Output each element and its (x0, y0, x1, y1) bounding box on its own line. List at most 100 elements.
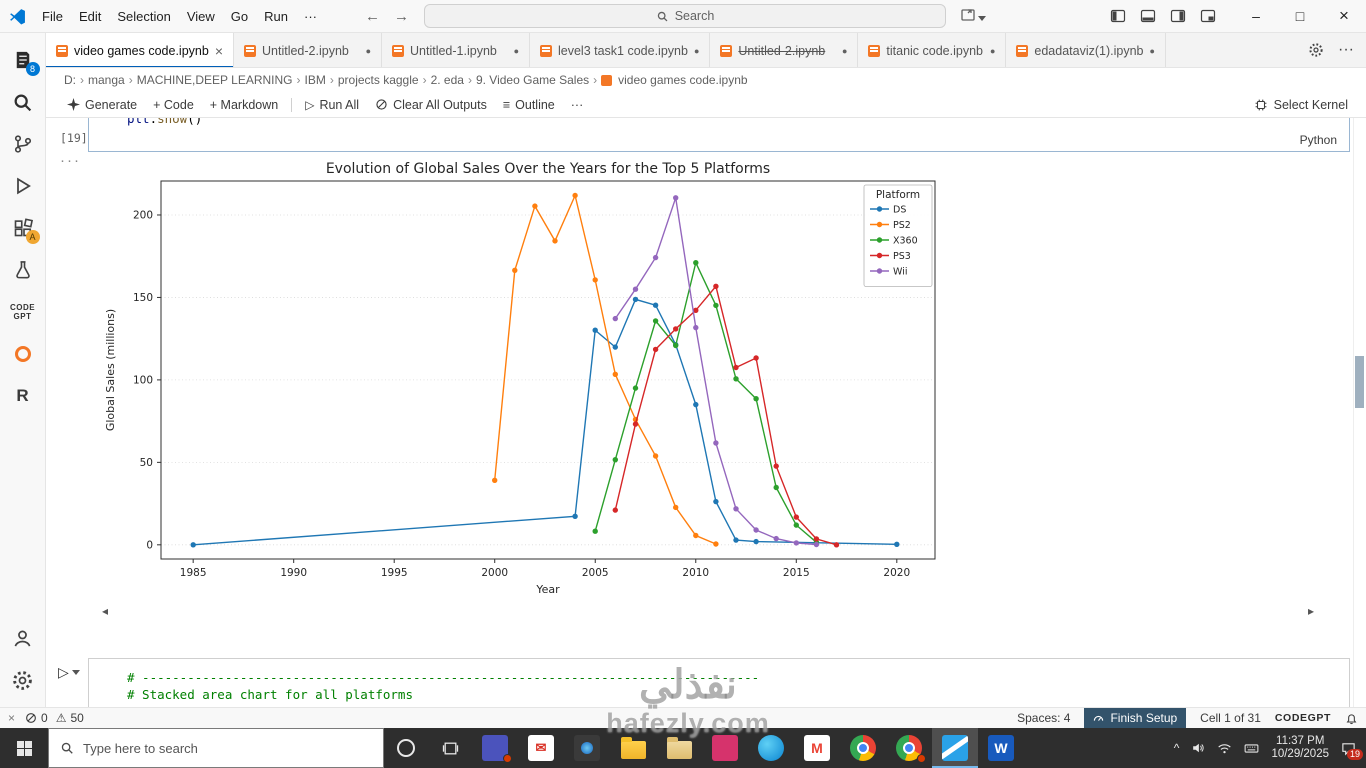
tab-dirty-icon[interactable]: ● (842, 46, 847, 56)
sidebar-item-search[interactable] (1, 81, 45, 123)
breadcrumb-item-6[interactable]: 2. eda (429, 73, 466, 87)
tab-untitled-1-ipynb-3[interactable]: Untitled-1.ipynb ● (382, 33, 530, 67)
code-cell-19[interactable]: plt.show() Python (88, 118, 1350, 152)
more-actions-icon[interactable]: ··· (1338, 41, 1354, 59)
output-scroll-left-button[interactable]: ◂ (102, 604, 108, 618)
tab-titanic-code-ipynb-6[interactable]: titanic code.ipynb ● (858, 33, 1007, 67)
sidebar-item-r[interactable]: R (1, 375, 45, 417)
taskbar-app-chrome-2-icon[interactable] (886, 728, 932, 768)
select-kernel-button[interactable]: Select Kernel (1254, 98, 1352, 112)
sidebar-item-explorer[interactable]: 8 (1, 39, 45, 81)
taskbar-app-word-icon[interactable]: W (978, 728, 1024, 768)
tab-dirty-icon[interactable]: ● (990, 46, 995, 56)
sidebar-item-testing[interactable] (1, 249, 45, 291)
breadcrumb-item-8[interactable]: video games code.ipynb (616, 73, 749, 87)
back-arrow-icon[interactable]: ← (365, 8, 380, 25)
menu-go[interactable]: Go (223, 0, 256, 33)
cell19-code-line[interactable]: plt.show() (127, 118, 202, 126)
outline-button[interactable]: ≡ Outline (496, 93, 562, 117)
breadcrumb-item-5[interactable]: projects kaggle (336, 73, 421, 87)
tab-edadataviz-1-ipynb-7[interactable]: edadataviz(1).ipynb ● (1006, 33, 1166, 67)
notifications-bell-button[interactable] (1345, 712, 1358, 725)
breadcrumb-item-7[interactable]: 9. Video Game Sales (474, 73, 591, 87)
forward-arrow-icon[interactable]: → (394, 8, 409, 25)
output-options-button[interactable]: ··· (60, 152, 81, 169)
taskbar-app-file-explorer-icon[interactable] (610, 728, 656, 768)
maximize-button[interactable]: □ (1278, 0, 1322, 33)
tab-close-icon[interactable]: × (215, 43, 223, 59)
indentation-indicator[interactable]: Spaces: 4 (1017, 711, 1070, 725)
editor-scrollbar[interactable] (1353, 118, 1366, 707)
finish-setup-button[interactable]: Finish Setup (1084, 707, 1187, 729)
run-all-button[interactable]: ▷ Run All (298, 93, 366, 117)
menu-selection[interactable]: Selection (109, 0, 178, 33)
tab-untitled-2-ipynb-5[interactable]: Untitled-2.ipynb ● (710, 33, 859, 67)
taskbar-app-folder-icon[interactable] (656, 728, 702, 768)
taskbar-app-edge-icon[interactable] (748, 728, 794, 768)
clock[interactable]: 11:37 PM 10/29/2025 (1271, 735, 1329, 762)
output-scroll-right-button[interactable]: ▸ (1308, 604, 1314, 618)
taskbar-search-box[interactable]: Type here to search (48, 728, 384, 768)
toggle-primary-sidebar-icon[interactable] (1110, 8, 1126, 24)
toggle-panel-icon[interactable] (1140, 8, 1156, 24)
cortana-button[interactable] (384, 728, 428, 768)
menu-view[interactable]: View (179, 0, 223, 33)
sidebar-item-extensions[interactable]: A (1, 207, 45, 249)
tab-level3-task1-code-ipynb-4[interactable]: level3 task1 code.ipynb ● (530, 33, 711, 67)
tab-dirty-icon[interactable]: ● (514, 46, 519, 56)
scrollbar-thumb[interactable] (1355, 356, 1364, 408)
code-line[interactable]: # Stacked area chart for all platforms (127, 686, 1349, 703)
sidebar-item-codegpt[interactable]: CODE GPT (1, 291, 45, 333)
customize-layout-icon[interactable] (1200, 8, 1216, 24)
taskbar-app-vscode-icon[interactable] (932, 728, 978, 768)
close-button[interactable]: × (1322, 0, 1366, 33)
taskbar-app-photos-icon[interactable] (564, 728, 610, 768)
clear-outputs-button[interactable]: Clear All Outputs (368, 93, 494, 117)
toolbar-more-button[interactable]: ··· (564, 93, 591, 117)
touch-keyboard-icon[interactable] (1244, 741, 1259, 756)
menu-run[interactable]: Run (256, 0, 296, 33)
taskbar-app-media-icon[interactable] (702, 728, 748, 768)
sidebar-item-source-control[interactable] (1, 123, 45, 165)
run-cell-button[interactable]: ▷ (58, 664, 80, 681)
tab-untitled-2-ipynb-2[interactable]: Untitled-2.ipynb ● (234, 33, 382, 67)
breadcrumb-item-1[interactable]: D: (62, 73, 78, 87)
taskbar-app-gmail-icon[interactable]: M (794, 728, 840, 768)
open-remote-window-control[interactable] (960, 7, 986, 23)
codegpt-status-logo[interactable]: CODEGPT (1275, 712, 1331, 724)
breadcrumb-item-3[interactable]: MACHINE,DEEP LEARNING (135, 73, 295, 87)
editor-settings-icon[interactable] (1308, 42, 1324, 58)
sidebar-item-jupyter[interactable] (1, 333, 45, 375)
titlebar-search-box[interactable]: Search (424, 4, 946, 28)
start-button[interactable] (0, 728, 48, 768)
menu-file[interactable]: File (34, 0, 71, 33)
toggle-secondary-sidebar-icon[interactable] (1170, 8, 1186, 24)
minimize-button[interactable]: – (1234, 0, 1278, 33)
tab-video-games-code-ipynb-1[interactable]: video games code.ipynb × (46, 33, 234, 67)
cell-position-indicator[interactable]: Cell 1 of 31 (1200, 711, 1261, 725)
account-button[interactable] (1, 617, 45, 659)
tab-dirty-icon[interactable]: ● (694, 46, 699, 56)
tab-dirty-icon[interactable]: ● (1150, 46, 1155, 56)
cell-language-picker[interactable]: Python (1300, 133, 1337, 147)
tab-dirty-icon[interactable]: ● (366, 46, 371, 56)
breadcrumb-item-4[interactable]: IBM (303, 73, 328, 87)
network-icon[interactable] (1217, 741, 1232, 756)
generate-button[interactable]: Generate (60, 93, 144, 117)
add-code-button[interactable]: + Code (146, 93, 201, 117)
task-view-button[interactable] (428, 728, 472, 768)
action-center-button[interactable]: 19 (1341, 741, 1363, 760)
taskbar-app-teams-icon[interactable] (472, 728, 518, 768)
add-markdown-button[interactable]: + Markdown (203, 93, 285, 117)
hidden-icons-chevron[interactable]: ^ (1174, 741, 1180, 755)
settings-button[interactable] (1, 659, 45, 701)
code-cell-below[interactable]: # --------------------------------------… (88, 658, 1350, 707)
sidebar-item-run-debug[interactable] (1, 165, 45, 207)
problems-indicator[interactable]: 0 ⚠ 50 (25, 711, 84, 725)
menu-edit[interactable]: Edit (71, 0, 109, 33)
breadcrumb-item-2[interactable]: manga (86, 73, 127, 87)
remote-indicator-icon[interactable]: × (8, 711, 15, 725)
taskbar-app-chrome-icon[interactable] (840, 728, 886, 768)
code-line[interactable]: # --------------------------------------… (127, 669, 1349, 686)
taskbar-app-mail-icon[interactable]: ✉ (518, 728, 564, 768)
